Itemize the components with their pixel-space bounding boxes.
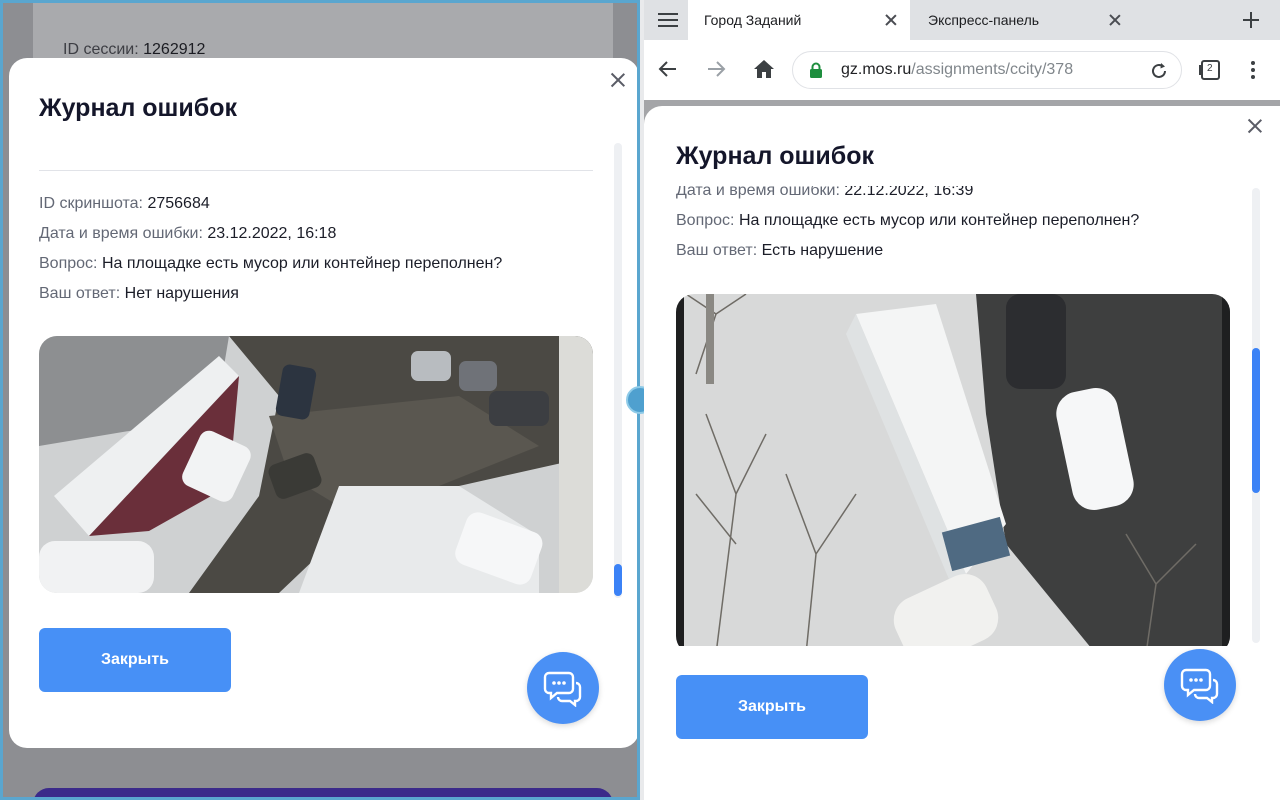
- modal-scroll-area: Дата и время ошибки: 22.12.2022, 16:39 В…: [676, 186, 1236, 646]
- session-id-label: ID сессии:: [63, 41, 139, 58]
- close-button[interactable]: Закрыть: [39, 628, 231, 692]
- tab-close-icon[interactable]: [884, 13, 898, 27]
- left-pane: ID сессии: 1262912 Журнал ошибок ID скри…: [0, 0, 640, 800]
- address-bar[interactable]: gz.mos.ru/assignments/ccity/378: [792, 51, 1182, 89]
- scrollbar-thumb[interactable]: [614, 564, 622, 596]
- tab-count: 2: [1207, 63, 1213, 74]
- lock-icon: [810, 62, 822, 78]
- tab-label: Экспресс-панель: [928, 12, 1040, 28]
- screenshot-id-label: ID скриншота:: [39, 195, 143, 212]
- answer-value: Есть нарушение: [761, 242, 884, 259]
- question-value: На площадке есть мусор или контейнер пер…: [101, 255, 503, 272]
- error-datetime-value: 23.12.2022, 16:18: [207, 225, 337, 242]
- close-icon[interactable]: [1246, 117, 1264, 135]
- screenshot-id-value: 2756684: [147, 195, 210, 212]
- chat-button[interactable]: [527, 652, 599, 724]
- scrollbar-thumb[interactable]: [1252, 348, 1260, 493]
- snowy-yard-image: [39, 336, 593, 593]
- reload-icon[interactable]: [1149, 61, 1169, 81]
- answer-label: Ваш ответ:: [39, 285, 121, 302]
- browser-toolbar: gz.mos.ru/assignments/ccity/378 2: [644, 40, 1280, 100]
- answer-value: Нет нарушения: [124, 285, 239, 302]
- your-answer: Ваш ответ: Нет нарушения: [39, 285, 239, 303]
- tab-bar: Город Заданий Экспресс-панель: [644, 0, 1280, 40]
- question: Вопрос: На площадке есть мусор или конте…: [676, 212, 1139, 230]
- tab-switcher-icon[interactable]: 2: [1198, 58, 1222, 82]
- close-button[interactable]: Закрыть: [676, 675, 868, 739]
- snowy-street-image: [676, 294, 1230, 646]
- screenshot-id: ID скриншота: 2756684: [39, 195, 210, 213]
- back-icon[interactable]: [658, 59, 678, 84]
- error-datetime: Дата и время ошибки: 22.12.2022, 16:39: [676, 186, 973, 200]
- your-answer: Ваш ответ: Есть нарушение: [676, 242, 883, 260]
- question-label: Вопрос:: [39, 255, 98, 272]
- tab-gorod-zadaniy[interactable]: Город Заданий: [688, 0, 910, 40]
- close-icon[interactable]: [609, 71, 627, 89]
- chat-icon: [1180, 668, 1219, 704]
- camera-screenshot: [676, 294, 1230, 646]
- url-host: gz.mos.ru: [841, 61, 912, 78]
- session-id-value: 1262912: [143, 41, 206, 58]
- error-datetime-value: 22.12.2022, 16:39: [844, 186, 974, 199]
- error-datetime-label: Дата и время ошибки:: [39, 225, 203, 242]
- overflow-menu-icon[interactable]: [1250, 60, 1256, 85]
- modal-title: Журнал ошибок: [676, 142, 874, 170]
- bottom-card: [33, 788, 613, 797]
- new-tab-icon[interactable]: [1242, 11, 1260, 34]
- error-log-modal-right: Журнал ошибок Дата и время ошибки: 22.12…: [644, 106, 1280, 800]
- scrollbar[interactable]: [614, 143, 622, 598]
- question-value: На площадке есть мусор или контейнер пер…: [738, 212, 1140, 229]
- url-path: /assignments/ccity/378: [911, 61, 1074, 78]
- modal-title: Журнал ошибок: [39, 94, 237, 122]
- chat-icon: [543, 671, 582, 707]
- tab-label: Город Заданий: [704, 12, 802, 28]
- tab-close-icon[interactable]: [1108, 13, 1122, 27]
- question: Вопрос: На площадке есть мусор или конте…: [39, 255, 502, 273]
- browser-window: Город Заданий Экспресс-панель gz.mos.ru/…: [644, 0, 1280, 800]
- error-log-modal: Журнал ошибок ID скриншота: 2756684 Дата…: [9, 58, 637, 748]
- question-label: Вопрос:: [676, 212, 735, 229]
- answer-label: Ваш ответ:: [676, 242, 758, 259]
- home-icon[interactable]: [753, 59, 775, 84]
- divider: [39, 170, 593, 171]
- menu-icon[interactable]: [658, 12, 678, 33]
- url-text: gz.mos.ru/assignments/ccity/378: [841, 61, 1073, 79]
- tab-express-panel[interactable]: Экспресс-панель: [912, 0, 1134, 40]
- camera-screenshot: [39, 336, 593, 593]
- error-datetime-label: Дата и время ошибки:: [676, 186, 840, 199]
- chat-button[interactable]: [1164, 649, 1236, 721]
- error-datetime: Дата и время ошибки: 23.12.2022, 16:18: [39, 225, 336, 243]
- scrollbar[interactable]: [1252, 188, 1260, 643]
- session-id: ID сессии: 1262912: [63, 41, 205, 59]
- forward-icon[interactable]: [706, 59, 726, 84]
